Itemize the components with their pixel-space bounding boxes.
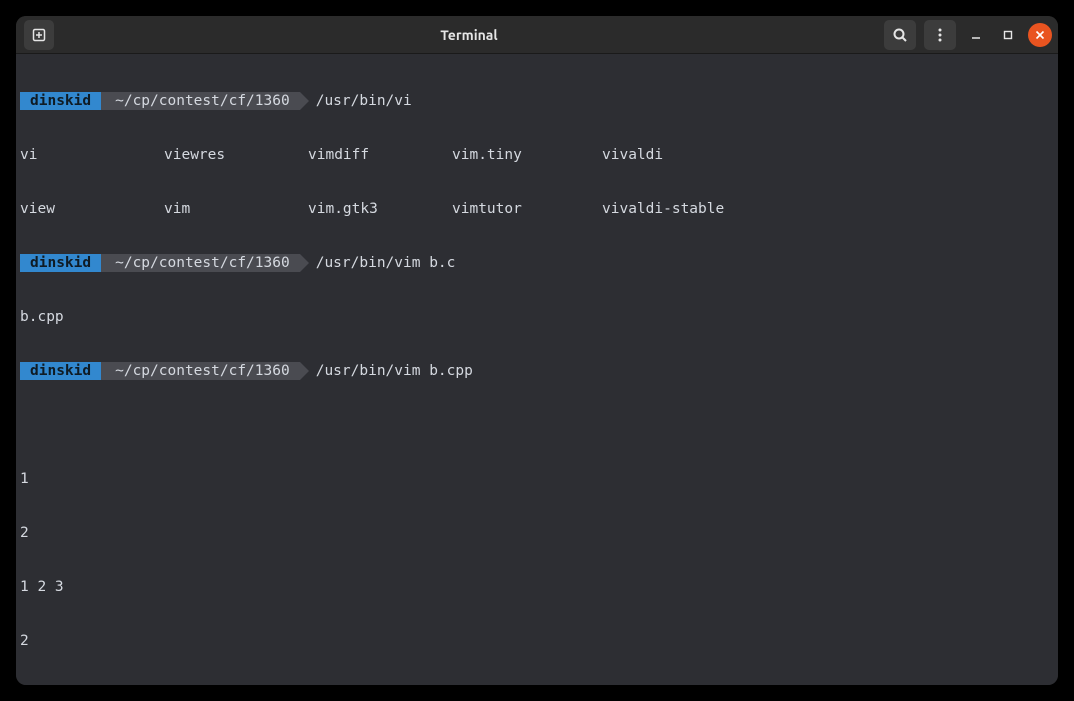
output-line: b.cpp — [20, 308, 1054, 326]
search-button[interactable] — [884, 20, 916, 50]
prompt-user: dinskid — [20, 362, 101, 380]
completion-item: viewres — [164, 146, 308, 164]
output-line: 1 — [20, 470, 1054, 488]
command-text: /usr/bin/vi — [300, 92, 412, 110]
prompt-user: dinskid — [20, 92, 101, 110]
completion-row: view vim vim.gtk3 vimtutor vivaldi-stabl… — [20, 200, 1054, 218]
prompt-path: ~/cp/contest/cf/1360 — [101, 92, 300, 110]
window-title: Terminal — [54, 27, 884, 43]
completion-item: vim.gtk3 — [308, 200, 452, 218]
completion-item: view — [20, 200, 164, 218]
menu-button[interactable] — [924, 20, 956, 50]
close-button[interactable] — [1028, 23, 1052, 47]
maximize-icon — [1003, 30, 1013, 40]
completion-item: vim — [164, 200, 308, 218]
completion-item: vimdiff — [308, 146, 452, 164]
completion-item: vim.tiny — [452, 146, 602, 164]
new-tab-icon — [31, 27, 47, 43]
prompt-line: dinskid ~/cp/contest/cf/1360 /usr/bin/vi… — [20, 254, 1054, 272]
blank-line — [20, 416, 1054, 434]
command-text: /usr/bin/vim b.cpp — [300, 362, 473, 380]
terminal-window: Terminal — [16, 16, 1058, 685]
prompt-path: ~/cp/contest/cf/1360 — [101, 254, 300, 272]
close-icon — [1035, 30, 1045, 40]
completion-row: vi viewres vimdiff vim.tiny vivaldi — [20, 146, 1054, 164]
output-line: 1 2 3 — [20, 578, 1054, 596]
maximize-button[interactable] — [996, 23, 1020, 47]
output-line: 2 — [20, 524, 1054, 542]
titlebar: Terminal — [16, 16, 1058, 54]
minimize-icon — [971, 30, 981, 40]
completion-item: vivaldi — [602, 146, 746, 164]
terminal-content[interactable]: dinskid ~/cp/contest/cf/1360 /usr/bin/vi… — [16, 54, 1058, 685]
new-tab-button[interactable] — [24, 20, 54, 50]
minimize-button[interactable] — [964, 23, 988, 47]
prompt-path: ~/cp/contest/cf/1360 — [101, 362, 300, 380]
completion-item: vimtutor — [452, 200, 602, 218]
completion-item: vivaldi-stable — [602, 200, 746, 218]
search-icon — [892, 27, 908, 43]
command-text: /usr/bin/vim b.c — [300, 254, 456, 272]
output-line: 2 — [20, 632, 1054, 650]
prompt-user: dinskid — [20, 254, 101, 272]
completion-item: vi — [20, 146, 164, 164]
prompt-line: dinskid ~/cp/contest/cf/1360 /usr/bin/vi… — [20, 362, 1054, 380]
menu-icon — [932, 27, 948, 43]
prompt-line: dinskid ~/cp/contest/cf/1360 /usr/bin/vi — [20, 92, 1054, 110]
